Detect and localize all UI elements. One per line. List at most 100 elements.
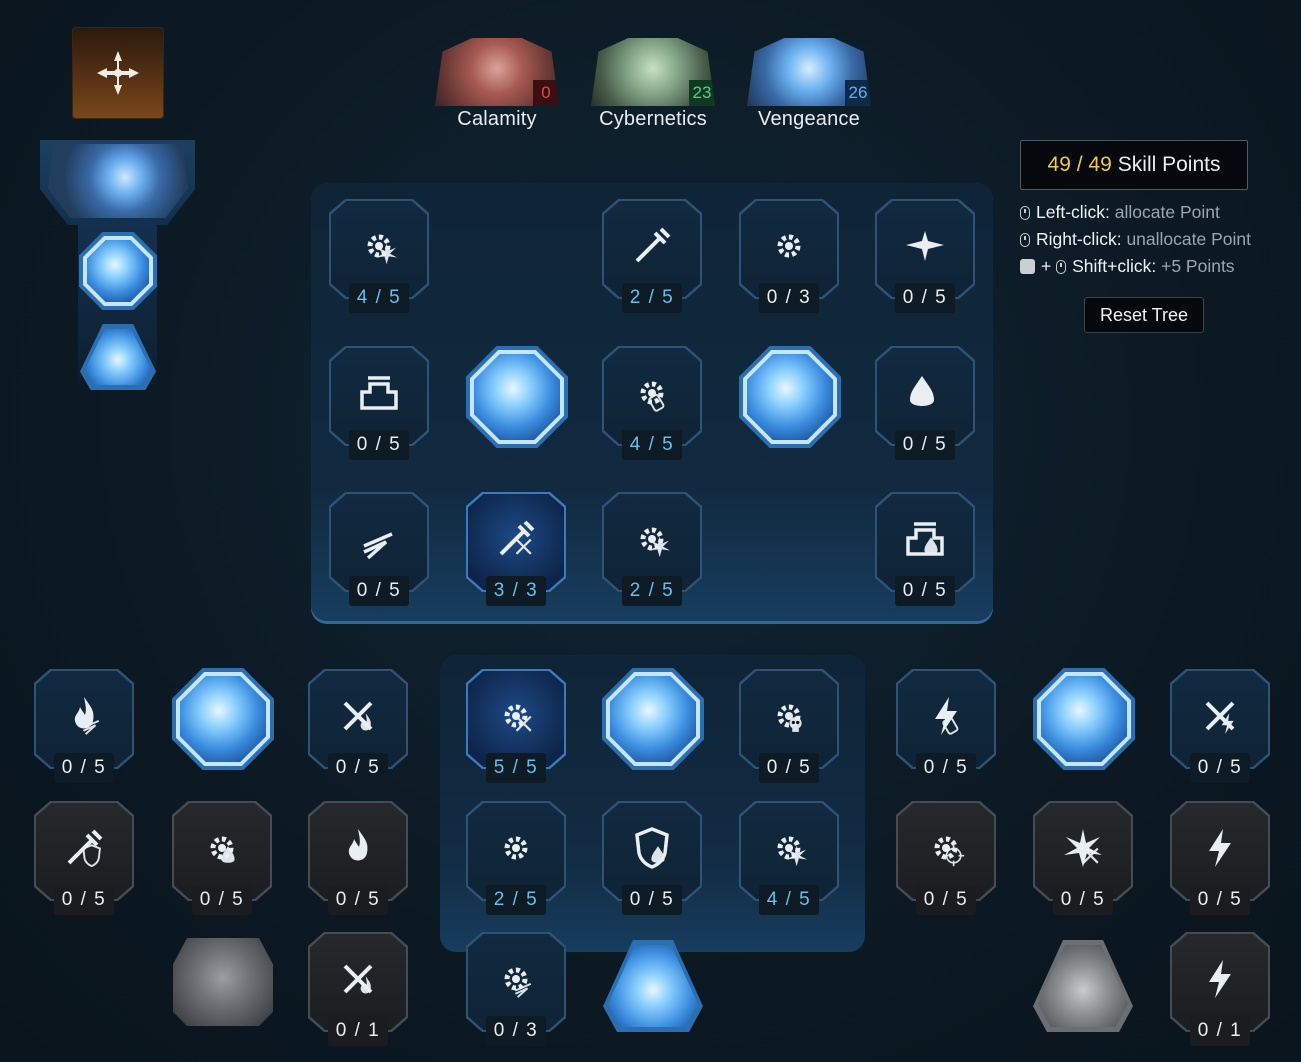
hero-portrait[interactable] — [48, 144, 188, 218]
skill-node[interactable]: 0 / 5 — [308, 669, 410, 787]
mouse-icon — [1056, 260, 1067, 274]
skill-node[interactable]: 0 / 5 — [875, 346, 977, 464]
winged-blade-icon — [906, 231, 944, 261]
skill-node[interactable]: 0 / 5 — [308, 801, 410, 919]
node-points: 0 / 5 — [1190, 885, 1250, 915]
help-value: unallocate Point — [1126, 229, 1251, 249]
node-points: 0 / 1 — [328, 1016, 388, 1046]
gear-icon — [777, 234, 801, 258]
node-points: 3 / 3 — [486, 576, 546, 606]
skill-node[interactable]: 0 / 5 — [329, 346, 431, 464]
points-current: 49 — [1047, 153, 1071, 176]
skill-node[interactable]: 0 / 5 — [896, 801, 998, 919]
skill-node[interactable]: 4 / 5 — [329, 199, 431, 317]
node-points: 0 / 5 — [759, 753, 819, 783]
node-points: 0 / 5 — [895, 430, 955, 460]
skill-node[interactable]: 0 / 5 — [875, 199, 977, 317]
tree-tab-calamity[interactable]: 0 Calamity — [432, 38, 562, 131]
crossed-syringe-icon — [499, 520, 535, 556]
class-emblem-button[interactable] — [72, 27, 164, 119]
node-points: 0 / 5 — [328, 753, 388, 783]
skill-node[interactable]: 0 / 1 — [308, 932, 410, 1050]
help-value: +5 Points — [1161, 256, 1235, 276]
gem-skill-lightning-blade[interactable] — [602, 668, 704, 770]
help-left-click: Left-click: allocate Point — [1020, 202, 1220, 223]
node-points: 5 / 5 — [486, 753, 546, 783]
gem-skill-frost-core[interactable] — [1033, 668, 1135, 770]
shield-vials-icon — [635, 827, 669, 869]
gem-skill-ice-shield[interactable] — [172, 668, 274, 770]
node-points: 0 / 5 — [349, 430, 409, 460]
node-points: 0 / 5 — [192, 885, 252, 915]
node-points: 0 / 5 — [916, 753, 976, 783]
skill-node[interactable]: 0 / 3 — [466, 932, 568, 1050]
tree-name: Cybernetics — [599, 108, 707, 130]
tree-tab-cybernetics[interactable]: 23 Cybernetics — [588, 38, 718, 131]
node-points: 0 / 3 — [759, 283, 819, 313]
help-value: allocate Point — [1114, 202, 1220, 222]
skill-node[interactable]: 3 / 3 — [466, 492, 568, 610]
skill-node[interactable]: 0 / 5 — [1170, 669, 1272, 787]
active-skill-column — [40, 140, 195, 395]
node-points: 0 / 5 — [895, 283, 955, 313]
skill-node[interactable]: 2 / 5 — [466, 801, 568, 919]
equipped-skill-1[interactable] — [79, 232, 157, 310]
node-points: 0 / 5 — [54, 885, 114, 915]
skill-node[interactable]: 0 / 5 — [739, 669, 841, 787]
points-separator: / — [1070, 153, 1089, 176]
node-points: 2 / 5 — [622, 283, 682, 313]
zigzag-dash-icon — [363, 532, 393, 560]
skill-node[interactable]: 0 / 3 — [739, 199, 841, 317]
cross-vial-icon — [910, 376, 934, 406]
skill-node[interactable]: 0 / 5 — [602, 801, 704, 919]
target-gear-icon — [934, 836, 965, 867]
node-points: 0 / 5 — [1190, 753, 1250, 783]
skill-node[interactable]: 0 / 5 — [875, 492, 977, 610]
node-points: 0 / 1 — [1190, 1016, 1250, 1046]
skill-node[interactable]: 0 / 5 — [1170, 801, 1272, 919]
tree-name: Calamity — [457, 108, 537, 130]
skill-node[interactable]: 0 / 5 — [329, 492, 431, 610]
ultimate-skill-lightning[interactable] — [603, 940, 703, 1032]
mouse-icon — [1020, 206, 1030, 220]
skill-node[interactable]: 0 / 5 — [1033, 801, 1135, 919]
skill-node[interactable]: 0 / 1 — [1170, 932, 1272, 1050]
gem-skill-ice-crystal[interactable] — [466, 346, 568, 448]
skill-node[interactable]: 5 / 5 — [466, 669, 568, 787]
trident-emblem-icon — [97, 51, 139, 95]
shift-key-icon — [1020, 259, 1035, 274]
shield-syringe-icon — [67, 829, 103, 868]
help-shift-click: + Shift+click: +5 Points — [1020, 256, 1235, 277]
skill-node[interactable]: 2 / 5 — [602, 492, 704, 610]
canister-gear-icon — [640, 381, 665, 412]
mouse-icon — [1020, 233, 1030, 247]
gear-burst-icon — [367, 234, 398, 265]
reset-tree-button[interactable]: Reset Tree — [1084, 297, 1204, 333]
node-points: 0 / 5 — [1053, 885, 1113, 915]
vengeance-art: 26 — [747, 38, 871, 106]
cybernetics-art: 23 — [591, 38, 715, 106]
gem-skill-cyber-armor[interactable] — [739, 346, 841, 448]
syringe-up-icon — [635, 227, 671, 263]
tree-name: Vengeance — [758, 108, 860, 130]
skill-node[interactable]: 0 / 5 — [896, 669, 998, 787]
skill-node[interactable]: 0 / 5 — [172, 801, 274, 919]
crossed-bolt-icon — [1205, 701, 1235, 735]
locked-portrait-skill[interactable] — [173, 938, 273, 1026]
node-points: 0 / 5 — [916, 885, 976, 915]
skill-node[interactable]: 4 / 5 — [739, 801, 841, 919]
help-key: Left-click: — [1036, 202, 1110, 222]
skill-node[interactable]: 4 / 5 — [602, 346, 704, 464]
skill-points-display: 49 / 49 Skill Points — [1020, 140, 1248, 190]
ultimate-skill-locked[interactable] — [1033, 940, 1133, 1032]
skill-node[interactable]: 2 / 5 — [602, 199, 704, 317]
skill-node[interactable]: 0 / 5 — [34, 669, 136, 787]
calamity-art: 0 — [435, 38, 559, 106]
machine-vial-icon — [906, 522, 944, 556]
crossed-flame-small-icon — [343, 964, 373, 994]
tree-points-badge: 26 — [845, 80, 871, 106]
skill-node[interactable]: 0 / 5 — [34, 801, 136, 919]
points-max: 49 — [1088, 153, 1112, 176]
equipped-skill-2[interactable] — [80, 324, 156, 390]
tree-tab-vengeance[interactable]: 26 Vengeance — [744, 38, 874, 131]
